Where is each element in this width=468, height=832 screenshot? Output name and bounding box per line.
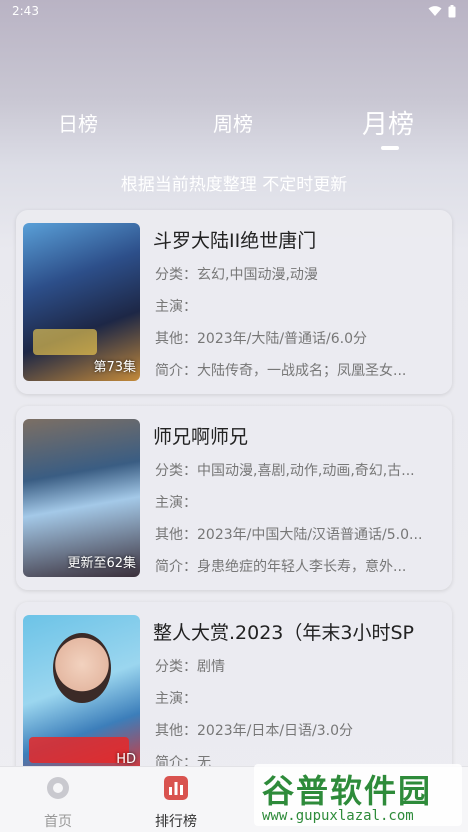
tab-daily[interactable]: 日榜 (58, 108, 98, 137)
nav-item-home[interactable]: 首页 (28, 775, 88, 831)
poster-image: 更新至62集 (23, 419, 140, 577)
episode-badge: 更新至62集 (67, 556, 136, 571)
item-cast: 主演： (155, 691, 197, 707)
list-item[interactable]: HD 整人大赏.2023（年末3小时SP 分类：剧情 主演： 其他：2023年/… (16, 602, 452, 786)
ranking-icon (164, 776, 188, 800)
episode-badge: 第73集 (93, 360, 136, 375)
poster-image: 第73集 (23, 223, 140, 381)
item-other: 其他：2023年/大陆/普通话/6.0分 (155, 331, 368, 347)
item-title: 整人大赏.2023（年末3小时SP (153, 622, 415, 644)
home-icon (47, 777, 69, 799)
poster-logo (33, 329, 97, 355)
poster-person (53, 633, 111, 703)
nav-label: 首页 (44, 814, 72, 830)
tab-monthly[interactable]: 月榜 (362, 104, 414, 141)
item-title: 斗罗大陆II绝世唐门 (153, 230, 317, 252)
item-intro: 简介：大陆传奇，一战成名；凤凰圣女... (155, 363, 407, 379)
wifi-icon (428, 6, 442, 16)
ranking-tabs: 日榜 周榜 月榜 (0, 108, 468, 152)
watermark-url: www.gupuxlazal.com (262, 808, 414, 824)
item-cast: 主演： (155, 299, 197, 315)
item-other: 其他：2023年/中国大陆/汉语普通话/5.0... (155, 527, 423, 543)
item-category: 分类：玄幻,中国动漫,动漫 (155, 267, 318, 283)
item-title: 师兄啊师兄 (153, 426, 249, 448)
item-other: 其他：2023年/日本/日语/3.0分 (155, 723, 354, 739)
item-category: 分类：剧情 (155, 659, 225, 675)
ranking-list: 第73集 斗罗大陆II绝世唐门 分类：玄幻,中国动漫,动漫 主演： 其他：202… (16, 210, 452, 798)
list-item[interactable]: 第73集 斗罗大陆II绝世唐门 分类：玄幻,中国动漫,动漫 主演： 其他：202… (16, 210, 452, 394)
item-intro: 简介：身患绝症的年轻人李长寿，意外... (155, 559, 407, 575)
ranking-subtitle: 根据当前热度整理 不定时更新 (120, 175, 348, 195)
battery-icon (448, 4, 456, 17)
poster-image: HD (23, 615, 140, 773)
tab-weekly[interactable]: 周榜 (213, 108, 253, 137)
status-icons (428, 4, 456, 18)
status-bar: 2:43 (0, 0, 468, 22)
quality-badge: HD (116, 752, 136, 767)
watermark-title: 谷普软件园 (262, 772, 433, 810)
watermark-logo: 谷普软件园 www.gupuxlazal.com (254, 764, 462, 826)
nav-item-ranking[interactable]: 排行榜 (146, 775, 206, 831)
status-time: 2:43 (12, 4, 39, 18)
tab-indicator (381, 146, 399, 150)
nav-label: 排行榜 (155, 814, 197, 830)
list-item[interactable]: 更新至62集 师兄啊师兄 分类：中国动漫,喜剧,动作,动画,奇幻,古... 主演… (16, 406, 452, 590)
item-category: 分类：中国动漫,喜剧,动作,动画,奇幻,古... (155, 463, 415, 479)
item-cast: 主演： (155, 495, 197, 511)
poster-logo (29, 737, 129, 763)
